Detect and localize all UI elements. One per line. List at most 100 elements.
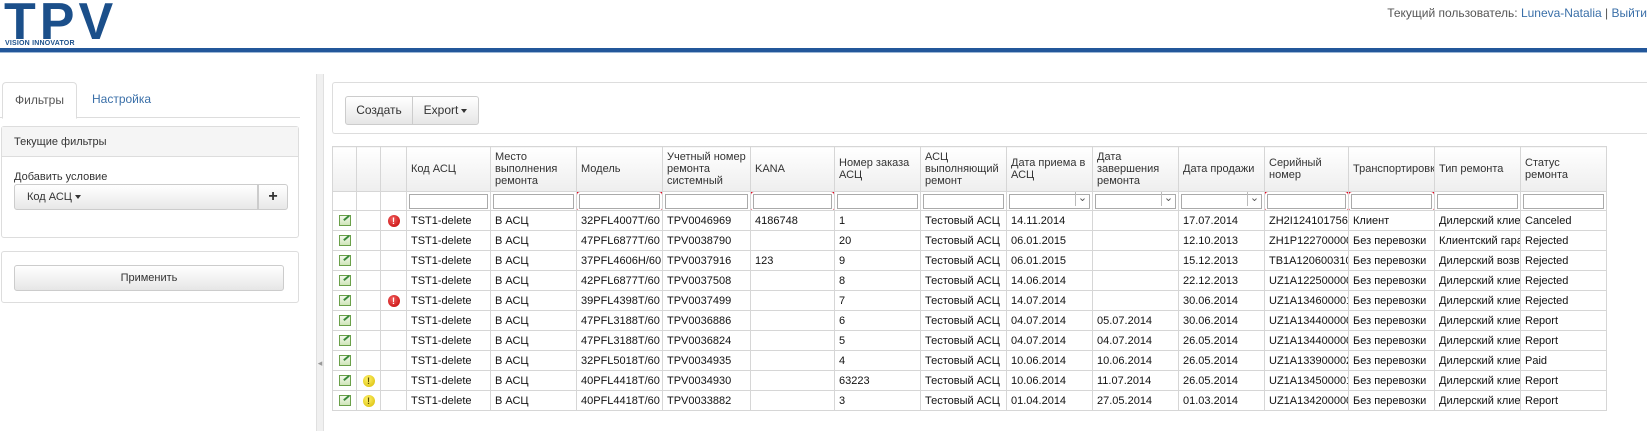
cell-transport: Без перевозки [1348, 310, 1435, 331]
cell-date-in: 01.04.2014 [1006, 390, 1093, 411]
col-header[interactable]: Транспортировка [1348, 146, 1435, 192]
cell-date-done [1092, 210, 1179, 231]
cell-order-no: 6 [834, 310, 921, 331]
edit-icon[interactable] [338, 235, 351, 247]
tab-filters[interactable]: Фильтры [2, 82, 77, 119]
cell-status: Canceled [1520, 210, 1607, 231]
export-label: Export [423, 103, 459, 117]
filter-panel: Фильтры Настройка Текущие фильтры Добави… [0, 78, 300, 431]
filter-type-input[interactable] [1437, 193, 1518, 209]
cell-serial: ZH2I1241017561 [1264, 210, 1349, 231]
apply-button[interactable]: Применить [14, 265, 284, 291]
col-header[interactable]: Тип ремонта [1434, 146, 1521, 192]
cell-model: 47PFL3188T/60 [576, 310, 663, 331]
col-header[interactable]: Дата завершения ремонта [1092, 146, 1179, 192]
col-header[interactable]: KANA [750, 146, 835, 192]
cell-place: В АСЦ [490, 370, 577, 391]
col-header[interactable]: Место выполнения ремонта [490, 146, 577, 192]
edit-icon[interactable] [338, 395, 351, 407]
col-header[interactable]: Серийный номер [1264, 146, 1349, 192]
edit-icon[interactable] [338, 335, 351, 347]
edit-icon[interactable] [338, 375, 351, 387]
filter-date-done-select[interactable] [1095, 192, 1176, 209]
user-name-link[interactable]: Luneva-Natalia [1521, 6, 1602, 20]
table-row[interactable]: TST1-delete В АСЦ 47PFL6877T/60 TPV0038790 2… [332, 230, 1607, 251]
filter-place-input[interactable] [493, 193, 574, 209]
filter-date-in-select[interactable] [1009, 192, 1090, 209]
header-divider-thin [0, 52, 1647, 53]
cell-place: В АСЦ [490, 230, 577, 251]
edit-icon[interactable] [338, 215, 351, 227]
filter-code-input[interactable] [409, 193, 488, 209]
table-row[interactable]: ! TST1-delete В АСЦ 32PFL4007T/60 TPV0046969… [332, 210, 1607, 231]
condition-select[interactable]: Код АСЦ [14, 184, 258, 210]
filter-status-input[interactable] [1523, 193, 1604, 209]
error-icon-cell: ! [380, 210, 407, 231]
cell-order-no: 1 [834, 210, 921, 231]
col-header[interactable]: Модель [576, 146, 663, 192]
filter-repair-no-input[interactable] [665, 193, 748, 209]
cell-place: В АСЦ [490, 210, 577, 231]
status-icon-cell [356, 270, 381, 291]
cell-serial: UZ1A1225000001 [1264, 270, 1349, 291]
filter-asc-input[interactable] [923, 193, 1004, 209]
status-icon-cell [356, 350, 381, 371]
error-icon-cell [380, 250, 407, 271]
edit-icon[interactable] [338, 355, 351, 367]
export-button[interactable]: Export [412, 96, 479, 125]
cell-kana [750, 350, 835, 371]
cell-date-in: 14.06.2014 [1006, 270, 1093, 291]
logout-link[interactable]: Выйти [1611, 6, 1647, 20]
table-row[interactable]: ! TST1-delete В АСЦ 39PFL4398T/60 TPV0037499… [332, 290, 1607, 311]
cell-kana: 123 [750, 250, 835, 271]
edit-icon[interactable] [338, 295, 351, 307]
header-row: Код АСЦ Место выполнения ремонта Модель … [332, 146, 1607, 192]
cell-serial: UZ1A1344000002 [1264, 330, 1349, 351]
edit-icon[interactable] [338, 315, 351, 327]
table-row[interactable]: TST1-delete В АСЦ 32PFL5018T/60 TPV0034935 4… [332, 350, 1607, 371]
table-row[interactable]: TST1-delete В АСЦ 47PFL3188T/60 TPV0036886 6… [332, 310, 1607, 331]
cell-model: 37PFL4606H/60 [576, 250, 663, 271]
error-icon-cell [380, 230, 407, 251]
cell-code: TST1-delete [406, 370, 491, 391]
collapse-arrow-icon[interactable]: ◂ [317, 358, 323, 369]
filter-order-input[interactable] [837, 193, 918, 209]
col-header[interactable]: Учетный номер ремонта системный [662, 146, 751, 192]
table-row[interactable]: ! TST1-delete В АСЦ 40PFL4418T/60 TPV0034930… [332, 370, 1607, 391]
cell-transport: Без перевозки [1348, 290, 1435, 311]
col-header[interactable]: Дата продажи [1178, 146, 1265, 192]
filter-empty [332, 191, 357, 211]
cell-repair-no: TPV0034930 [662, 370, 751, 391]
cell-place: В АСЦ [490, 390, 577, 411]
table-row[interactable]: TST1-delete В АСЦ 47PFL3188T/60 TPV0036824 5… [332, 330, 1607, 351]
add-condition-button[interactable]: + [258, 184, 288, 210]
col-header[interactable]: Код АСЦ [406, 146, 491, 192]
table-row[interactable]: TST1-delete В АСЦ 42PFL6877T/60 TPV0037508 8… [332, 270, 1607, 291]
cell-order-no: 7 [834, 290, 921, 311]
error-icon-cell [380, 370, 407, 391]
current-filters-box: Текущие фильтры Добавить условие Код АСЦ… [1, 126, 299, 238]
filter-date-sale-select[interactable] [1181, 192, 1262, 209]
cell-repair-type: Дилерский возвр [1434, 250, 1521, 271]
error-icon-cell [380, 390, 407, 411]
cell-asc: Тестовый АСЦ [920, 290, 1007, 311]
col-header[interactable]: АСЦ выполняющий ремонт [920, 146, 1007, 192]
edit-icon[interactable] [338, 255, 351, 267]
table-row[interactable]: TST1-delete В АСЦ 37PFL4606H/60 TPV0037916 1… [332, 250, 1607, 271]
create-button[interactable]: Создать [345, 96, 413, 125]
edit-icon[interactable] [338, 275, 351, 287]
col-header[interactable]: Дата приема в АСЦ [1006, 146, 1093, 192]
table-row[interactable]: ! TST1-delete В АСЦ 40PFL4418T/60 TPV0033882… [332, 390, 1607, 411]
logo-tagline: VISION INNOVATOR [5, 40, 75, 47]
cell-serial: ZH1P1227000000 [1264, 230, 1349, 251]
cell-date-sale: 15.12.2013 [1178, 250, 1265, 271]
col-header[interactable]: Номер заказа АСЦ [834, 146, 921, 192]
cell-status: Rejected [1520, 290, 1607, 311]
cell-place: В АСЦ [490, 250, 577, 271]
edit-cell [332, 390, 357, 411]
edit-cell [332, 270, 357, 291]
tab-settings[interactable]: Настройка [80, 82, 163, 119]
user-info: Текущий пользователь: Luneva-Natalia | В… [1387, 6, 1647, 20]
panel-splitter[interactable]: ◂ [316, 74, 324, 431]
col-header[interactable]: Статус ремонта [1520, 146, 1607, 192]
